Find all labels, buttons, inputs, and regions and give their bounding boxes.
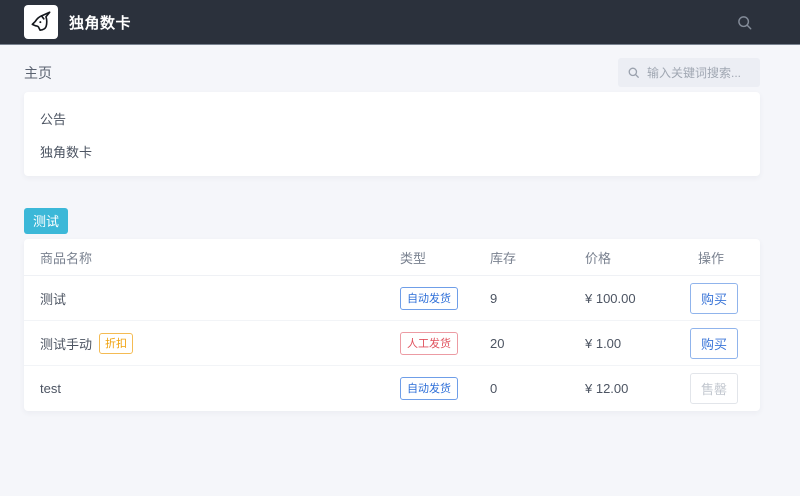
product-name-text: test bbox=[40, 381, 61, 396]
product-name: 测试 bbox=[40, 289, 400, 308]
product-type-cell: 人工发货 bbox=[400, 332, 490, 355]
col-header-type: 类型 bbox=[400, 248, 490, 267]
product-stock: 20 bbox=[490, 336, 585, 351]
product-action-cell: 购买 bbox=[690, 283, 744, 314]
col-header-name: 商品名称 bbox=[40, 248, 400, 267]
page-title: 主页 bbox=[24, 63, 52, 83]
product-name-text: 测试手动 bbox=[40, 334, 92, 353]
product-action-cell: 售罄 bbox=[690, 373, 744, 404]
buy-button[interactable]: 购买 bbox=[690, 283, 738, 314]
navbar-search-icon[interactable] bbox=[736, 14, 753, 31]
products-table-card: 商品名称 类型 库存 价格 操作 测试 自动发货 9 ¥ 100.00 购买 测… bbox=[24, 239, 760, 411]
product-price: ¥ 1.00 bbox=[585, 336, 690, 351]
product-type-cell: 自动发货 bbox=[400, 287, 490, 310]
soldout-button: 售罄 bbox=[690, 373, 738, 404]
type-badge-auto: 自动发货 bbox=[400, 377, 458, 400]
table-row: test 自动发货 0 ¥ 12.00 售罄 bbox=[24, 366, 760, 411]
type-badge-auto: 自动发货 bbox=[400, 287, 458, 310]
discount-tag: 折扣 bbox=[99, 333, 133, 354]
keyword-search-box bbox=[618, 58, 760, 87]
product-name-text: 测试 bbox=[40, 289, 66, 308]
product-name: 测试手动 折扣 bbox=[40, 333, 400, 354]
col-header-price: 价格 bbox=[585, 248, 690, 267]
search-icon bbox=[627, 66, 640, 79]
category-badge: 测试 bbox=[24, 208, 68, 234]
type-badge-manual: 人工发货 bbox=[400, 332, 458, 355]
table-header-row: 商品名称 类型 库存 价格 操作 bbox=[24, 239, 760, 276]
product-action-cell: 购买 bbox=[690, 328, 744, 359]
product-stock: 9 bbox=[490, 291, 585, 306]
col-header-stock: 库存 bbox=[490, 248, 585, 267]
top-navbar: 独角数卡 bbox=[0, 0, 800, 45]
keyword-search-input[interactable] bbox=[647, 66, 751, 80]
page-container: 主页 公告 独角数卡 测试 商品名称 类型 库存 价格 操作 测试 bbox=[0, 45, 800, 411]
buy-button[interactable]: 购买 bbox=[690, 328, 738, 359]
product-type-cell: 自动发货 bbox=[400, 377, 490, 400]
col-header-action: 操作 bbox=[690, 248, 744, 267]
product-stock: 0 bbox=[490, 381, 585, 396]
unicorn-logo-icon bbox=[24, 5, 58, 39]
product-price: ¥ 12.00 bbox=[585, 381, 690, 396]
page-header: 主页 bbox=[24, 58, 760, 87]
product-price: ¥ 100.00 bbox=[585, 291, 690, 306]
brand-link[interactable]: 独角数卡 bbox=[24, 5, 131, 39]
announcement-title: 公告 bbox=[40, 109, 744, 128]
table-row: 测试 自动发货 9 ¥ 100.00 购买 bbox=[24, 276, 760, 321]
product-name: test bbox=[40, 381, 400, 396]
table-row: 测试手动 折扣 人工发货 20 ¥ 1.00 购买 bbox=[24, 321, 760, 366]
brand-title: 独角数卡 bbox=[69, 12, 131, 33]
announcement-card: 公告 独角数卡 bbox=[24, 92, 760, 176]
announcement-content: 独角数卡 bbox=[40, 142, 744, 161]
